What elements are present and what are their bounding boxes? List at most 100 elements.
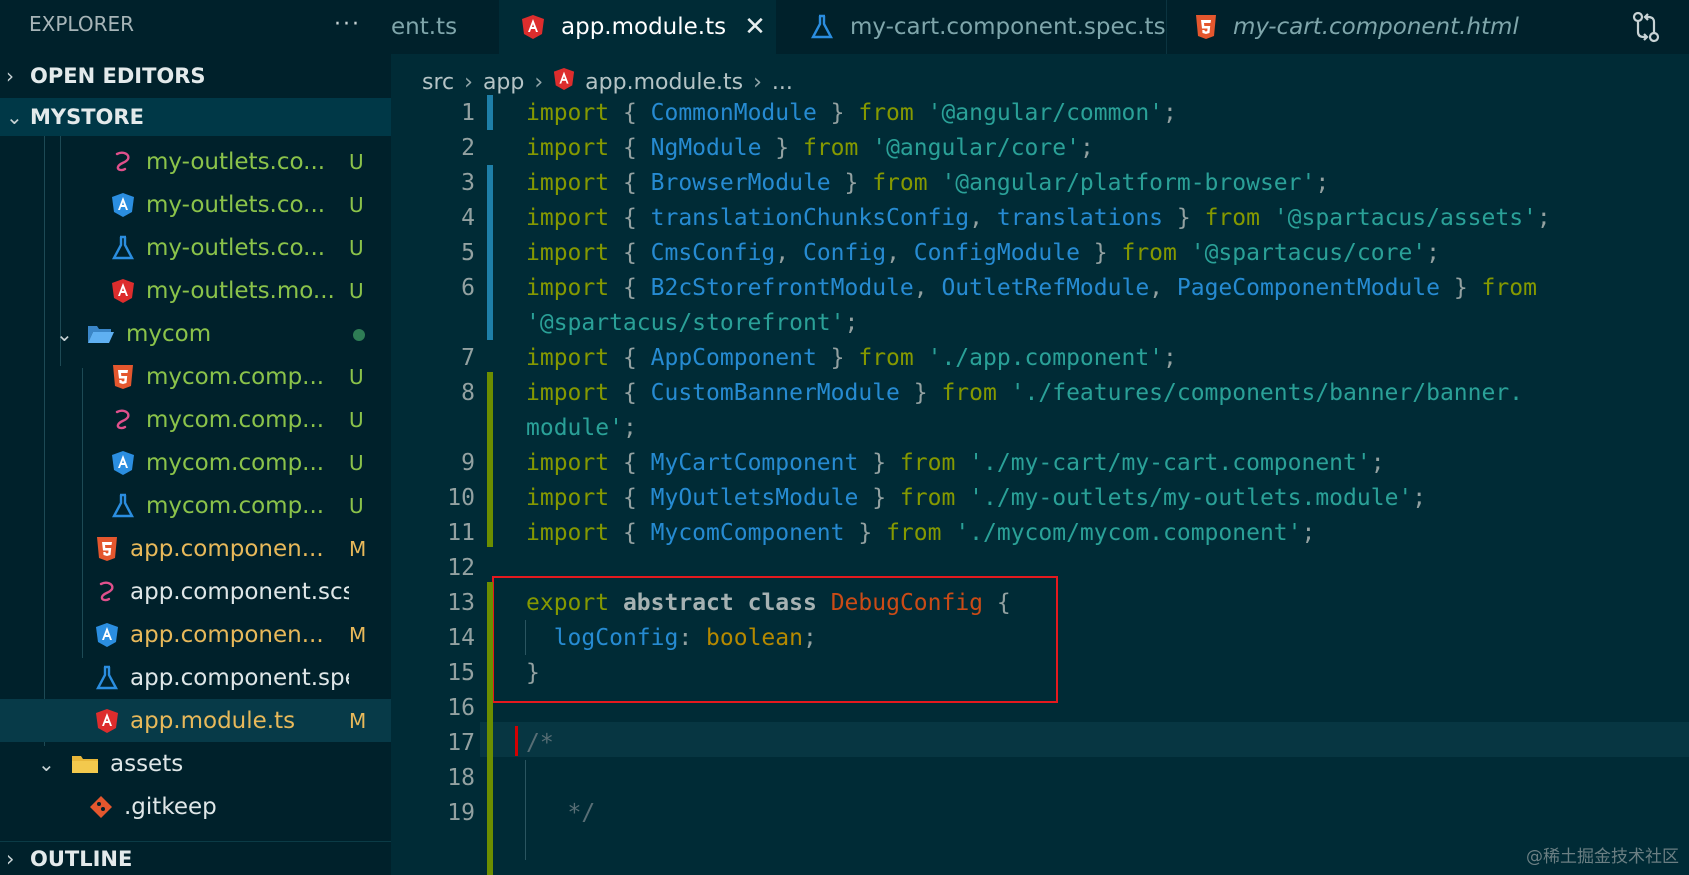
code-line: import { CustomBannerModule } from './fe… (526, 380, 1524, 406)
line-number: 5 (461, 240, 475, 266)
tree-item-label: mycom.comp... (146, 363, 325, 390)
breadcrumb: src › app › app.module.ts › ... (422, 62, 793, 102)
tab-app-module[interactable]: app.module.ts ✕ (499, 0, 776, 54)
tree-item[interactable]: my-outlets.mo... U (0, 269, 391, 312)
line-number: 9 (461, 450, 475, 476)
tree-item[interactable]: mycom.comp... U (0, 355, 391, 398)
breadcrumb-src[interactable]: src (422, 70, 454, 95)
tree-item-selected[interactable]: app.module.ts M (0, 699, 391, 742)
tree-item[interactable]: app.componen... M (0, 527, 391, 570)
chevron-right-icon: › (534, 69, 544, 95)
git-status-dot (349, 322, 391, 346)
code-line: import { CommonModule } from '@angular/c… (526, 100, 1177, 126)
tree-item[interactable]: app.component.spec... (0, 656, 391, 699)
line-number: 1 (461, 100, 475, 126)
code-line: import { NgModule } from '@angular/core'… (526, 135, 1094, 161)
project-label: MYSTORE (30, 105, 144, 129)
tree-item[interactable]: .gitkeep (0, 785, 391, 828)
code-line: import { AppComponent } from './app.comp… (526, 345, 1177, 371)
breadcrumb-more[interactable]: ... (772, 70, 793, 95)
code-line: logConfig: boolean; (553, 625, 817, 651)
chevron-down-icon: ⌄ (6, 105, 23, 129)
tree-item[interactable]: mycom.comp... U (0, 484, 391, 527)
code-line-wrap: module'; (526, 415, 637, 441)
tree-folder-assets[interactable]: ⌄ assets (0, 742, 391, 785)
git-icon (88, 794, 114, 820)
tree-item-label: mycom.comp... (146, 449, 325, 476)
tab-ent-ts[interactable]: ent.ts (391, 0, 499, 54)
git-status-badge: U (349, 149, 364, 174)
more-actions-icon[interactable]: ··· (334, 12, 361, 37)
close-icon[interactable]: ✕ (744, 12, 766, 42)
line-number: 6 (461, 275, 475, 301)
line-number: 13 (447, 590, 475, 616)
tree-item-label: app.module.ts (130, 707, 296, 734)
git-status-badge: U (349, 235, 364, 260)
chevron-right-icon: › (6, 64, 14, 88)
outline-section[interactable]: › OUTLINE (0, 841, 391, 875)
breadcrumb-app[interactable]: app (483, 70, 524, 95)
gutter-added-marker (487, 372, 493, 547)
html5-icon (94, 536, 120, 562)
chevron-right-icon: › (464, 69, 473, 95)
line-number: 17 (447, 730, 475, 756)
open-editors-section[interactable]: › OPEN EDITORS (0, 54, 391, 98)
code-line: export abstract class DebugConfig { (526, 590, 1011, 616)
line-number: 12 (447, 555, 475, 581)
angular-component-icon (110, 192, 136, 218)
editor-tabs: ent.ts app.module.ts ✕ my-cart.component… (391, 0, 1689, 54)
line-number: 11 (447, 520, 475, 546)
angular-module-icon (94, 708, 120, 734)
git-status-badge: M (349, 622, 367, 647)
tree-item[interactable]: my-outlets.co... U (0, 183, 391, 226)
test-flask-icon (810, 14, 834, 40)
code-line: import { BrowserModule } from '@angular/… (526, 170, 1330, 196)
tree-item[interactable]: mycom.comp... U (0, 441, 391, 484)
explorer-title: EXPLORER (29, 12, 134, 36)
html5-icon (1195, 14, 1217, 40)
code-line: } (526, 660, 540, 686)
git-status-badge: U (349, 192, 364, 217)
line-number: 4 (461, 205, 475, 231)
compare-changes-icon[interactable] (1603, 0, 1689, 54)
git-status-badge: M (349, 708, 367, 733)
test-flask-icon (110, 235, 136, 261)
test-flask-icon (94, 665, 120, 691)
git-status-badge: U (349, 364, 364, 389)
html5-icon (110, 364, 136, 390)
chevron-down-icon: ⌄ (38, 751, 55, 776)
tree-item-label: assets (110, 750, 184, 777)
chevron-right-icon: › (753, 69, 762, 95)
tree-item-label: mycom.comp... (146, 406, 325, 433)
git-status-badge: M (349, 536, 367, 561)
tree-item-label: my-outlets.co... (146, 148, 326, 175)
code-line: import { MyCartComponent } from './my-ca… (526, 450, 1385, 476)
folder-open-icon (86, 321, 116, 347)
code-line: import { B2cStorefrontModule, OutletRefM… (526, 275, 1537, 301)
line-number: 7 (461, 345, 475, 371)
tree-item[interactable]: mycom.comp... U (0, 398, 391, 441)
breadcrumb-file[interactable]: app.module.ts (585, 70, 743, 95)
line-number: 14 (447, 625, 475, 651)
test-flask-icon (110, 493, 136, 519)
tree-item[interactable]: app.component.scss (0, 570, 391, 613)
git-status-badge: U (349, 407, 364, 432)
tab-label: ent.ts (391, 14, 458, 40)
tree-folder-mycom[interactable]: ⌄ mycom (0, 312, 391, 355)
line-number: 10 (447, 485, 475, 511)
line-number: 15 (447, 660, 475, 686)
line-number: 2 (461, 135, 475, 161)
tree-item[interactable]: app.componen... M (0, 613, 391, 656)
gutter-added-marker (487, 582, 493, 875)
tree-item-label: my-outlets.co... (146, 234, 326, 261)
tree-item[interactable]: my-outlets.co... U (0, 140, 391, 183)
tab-label: app.module.ts (561, 14, 727, 40)
project-section[interactable]: ⌄ MYSTORE (0, 98, 391, 136)
git-status-badge: U (349, 450, 364, 475)
tree-item[interactable]: my-outlets.co... U (0, 226, 391, 269)
code-editor[interactable]: 1 2 3 4 5 6 7 8 9 10 11 12 13 14 15 16 1… (391, 95, 1689, 875)
tab-my-cart-html[interactable]: my-cart.component.html (1166, 0, 1566, 54)
tree-item-label: mycom.comp... (146, 492, 325, 519)
tab-my-cart-spec[interactable]: my-cart.component.spec.ts (776, 0, 1166, 54)
line-number: 18 (447, 765, 475, 791)
